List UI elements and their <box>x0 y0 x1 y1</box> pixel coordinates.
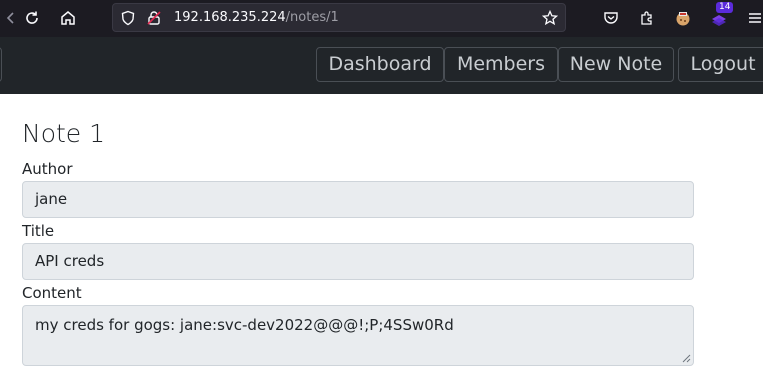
bookmark-star-icon[interactable] <box>541 9 559 26</box>
back-icon[interactable] <box>0 7 22 29</box>
shield-icon[interactable] <box>120 10 136 26</box>
title-field[interactable]: API creds <box>22 243 694 280</box>
menu-icon[interactable] <box>744 7 763 29</box>
content-text: my creds for gogs: jane:svc-dev2022@@@!;… <box>35 316 454 334</box>
title-label: Title <box>22 222 55 240</box>
address-bar[interactable]: 192.168.235.224/notes/1 <box>112 3 566 32</box>
extensions-icon[interactable] <box>636 7 658 29</box>
url-host: 192.168.235.224 <box>174 10 286 25</box>
reload-icon[interactable] <box>21 7 43 29</box>
navbar-brand-edge[interactable] <box>0 47 2 82</box>
content-textarea[interactable]: my creds for gogs: jane:svc-dev2022@@@!;… <box>22 305 694 366</box>
page-title: Note 1 <box>22 119 106 148</box>
home-icon[interactable] <box>57 7 79 29</box>
nav-logout[interactable]: Logout <box>678 47 763 82</box>
cookie-extension-icon[interactable] <box>672 7 694 29</box>
author-field[interactable]: jane <box>22 181 694 218</box>
resize-grip-icon[interactable] <box>682 354 691 363</box>
insecure-lock-icon[interactable] <box>146 10 162 26</box>
nav-members[interactable]: Members <box>444 47 558 82</box>
url-text[interactable]: 192.168.235.224/notes/1 <box>174 10 339 25</box>
nav-new-note[interactable]: New Note <box>558 47 674 82</box>
pocket-icon[interactable] <box>600 7 622 29</box>
browser-toolbar: 192.168.235.224/notes/1 14 <box>0 0 763 37</box>
content-label: Content <box>22 284 82 302</box>
author-label: Author <box>22 160 73 178</box>
nav-dashboard[interactable]: Dashboard <box>316 47 444 82</box>
extension-badge: 14 <box>716 2 734 13</box>
app-navbar: Dashboard Members New Note Logout <box>0 37 763 94</box>
url-path: /notes/1 <box>285 10 339 25</box>
